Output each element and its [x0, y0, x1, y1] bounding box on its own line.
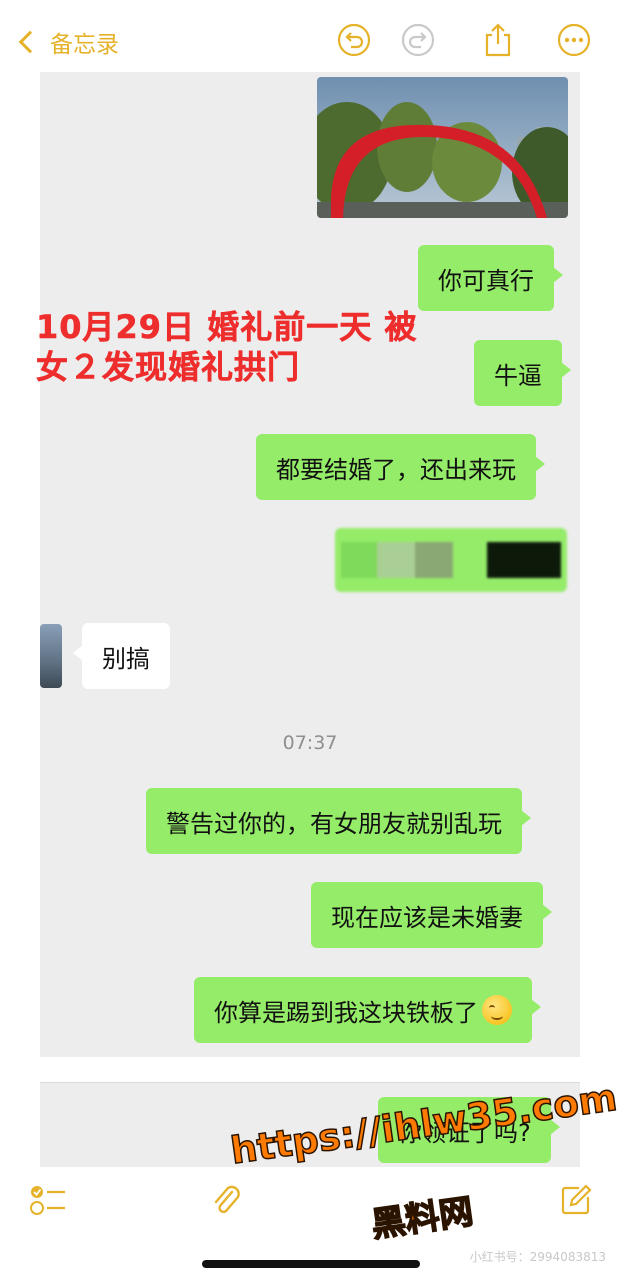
message-text: 你可真行 — [438, 266, 534, 295]
checklist-button[interactable] — [28, 1180, 68, 1220]
home-indicator[interactable] — [202, 1260, 420, 1268]
paperclip-icon — [214, 1185, 240, 1214]
message-text: 你算是踢到我这块铁板了 — [214, 998, 478, 1027]
smile-emoji-icon — [482, 995, 512, 1025]
message-bubble[interactable]: 别搞 — [73, 623, 170, 689]
message-bubble[interactable]: 警告过你的，有女朋友就别乱玩 — [146, 788, 531, 854]
message-text: 警告过你的，有女朋友就别乱玩 — [166, 809, 502, 838]
attach-button[interactable] — [206, 1180, 246, 1220]
message-bubble[interactable]: 你可真行 — [418, 245, 563, 311]
notes-nav-bar: 备忘录 — [0, 0, 622, 80]
wedding-arch-photo[interactable] — [317, 77, 568, 218]
checklist-icon — [30, 1186, 65, 1215]
chevron-left-icon — [18, 30, 42, 54]
message-text: 现在应该是未婚妻 — [331, 903, 523, 932]
message-timestamp: 07:37 — [282, 732, 338, 754]
compose-button[interactable] — [556, 1180, 596, 1220]
message-bubble[interactable]: 牛逼 — [474, 340, 571, 406]
message-bubble[interactable]: 你算是踢到我这块铁板了 — [194, 977, 541, 1043]
message-bubble[interactable]: 都要结婚了，还出来玩 — [256, 434, 545, 500]
undo-button[interactable] — [336, 22, 372, 58]
share-icon — [485, 23, 511, 57]
back-label: 备忘录 — [50, 32, 119, 58]
redacted-message[interactable] — [335, 528, 567, 592]
redo-icon — [401, 23, 435, 57]
message-bubble[interactable]: 现在应该是未婚妻 — [311, 882, 552, 948]
wedding-arch-image — [317, 77, 568, 218]
contact-avatar[interactable] — [40, 624, 62, 688]
redo-button[interactable] — [400, 22, 436, 58]
undo-icon — [337, 23, 371, 57]
more-icon — [557, 23, 591, 57]
message-text: 牛逼 — [494, 361, 542, 390]
chat-screenshot: 你可真行 牛逼 都要结婚了，还出来玩 别搞 07:37 警告过你的，有女朋友就别… — [40, 72, 580, 1057]
message-text: 别搞 — [102, 644, 150, 673]
compose-icon — [561, 1184, 592, 1215]
xhs-id-watermark: 小红书号：2994083813 — [469, 1250, 606, 1264]
more-button[interactable] — [556, 22, 592, 58]
watermark-site: 黑料网 — [368, 1191, 476, 1246]
message-text: 都要结婚了，还出来玩 — [276, 455, 516, 484]
overlay-caption-line2: 女２发现婚礼拱门 — [36, 348, 301, 387]
share-button[interactable] — [480, 22, 516, 58]
back-button[interactable]: 备忘录 — [14, 22, 119, 62]
